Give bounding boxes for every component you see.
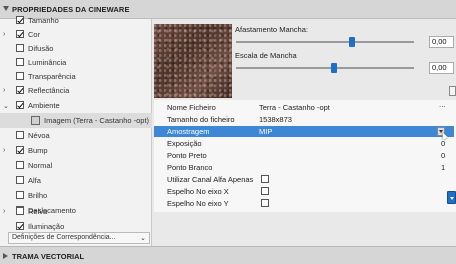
checkbox[interactable] — [261, 199, 269, 207]
channel-item-tamanho[interactable]: Tamanho — [0, 13, 152, 28]
channel-label: Bump — [28, 146, 48, 155]
property-row-mirror-x[interactable]: Espelho No eixo X — [154, 186, 454, 197]
channel-item-ambiente[interactable]: ⌄ Ambiente — [0, 98, 152, 113]
channel-label: Reflectância — [28, 86, 70, 95]
checkbox[interactable] — [16, 72, 24, 80]
property-key: Espelho No eixo X — [167, 187, 229, 196]
channel-item-transparencia[interactable]: Transparência — [0, 69, 152, 84]
property-key: Espelho No eixo Y — [167, 199, 229, 208]
value-field-spot-scale[interactable]: 0,00 — [429, 62, 454, 74]
section-title: TRAMA VECTORIAL — [12, 252, 85, 261]
slider-knob-spot-scale[interactable] — [330, 63, 337, 73]
options-icon[interactable] — [449, 86, 456, 96]
expand-chevron-icon[interactable]: › — [3, 31, 5, 38]
channel-item-relva[interactable]: › Relva — [0, 204, 152, 219]
channel-item-alfa[interactable]: Alfa — [0, 173, 152, 188]
checkbox[interactable] — [16, 161, 24, 169]
checkbox[interactable] — [16, 176, 24, 184]
property-key: Nome Ficheiro — [167, 103, 216, 112]
browse-dots-button[interactable]: ... — [439, 100, 446, 109]
checkbox[interactable] — [16, 58, 24, 66]
property-row-filename[interactable]: Nome Ficheiro Terra - Castanho -opt ... — [154, 100, 454, 113]
property-row-mirror-y[interactable]: Espelho No eixo Y — [154, 198, 454, 209]
checkbox[interactable] — [16, 222, 24, 230]
image-layer-icon — [31, 116, 40, 125]
property-key: Ponto Branco — [167, 163, 213, 172]
property-value: Terra - Castanho -opt — [259, 103, 330, 112]
channel-label: Transparência — [28, 72, 76, 81]
expand-triangle-icon[interactable] — [3, 253, 8, 259]
channel-item-bump[interactable]: › Bump — [0, 143, 152, 158]
channel-subitem-image[interactable]: Imagem (Terra - Castanho -opt) — [0, 113, 152, 128]
channel-item-normal[interactable]: Normal — [0, 158, 152, 173]
mapping-label: Definições de Correspondência... — [12, 234, 116, 241]
channel-label: Tamanho — [28, 16, 59, 25]
property-row-sampling[interactable]: Amostragem MIP — [154, 126, 454, 140]
channel-label: Normal — [28, 161, 53, 170]
channel-label: Iluminação — [28, 222, 65, 231]
channel-label: Relva — [28, 207, 48, 216]
property-key: Utilizar Canal Alfa Apenas — [167, 175, 254, 184]
channel-label: Difusão — [28, 44, 54, 53]
channel-label: Névoa — [28, 131, 50, 140]
chevron-down-icon: ⌄ — [140, 235, 146, 242]
chevron-down-icon[interactable] — [447, 191, 456, 204]
property-value: 1538x873 — [259, 115, 292, 124]
property-number[interactable]: 0 — [441, 139, 445, 148]
slider-knob-spot-distance[interactable] — [348, 37, 355, 47]
property-row-exposure[interactable]: Exposição 0 — [154, 138, 454, 149]
checkbox[interactable] — [16, 30, 24, 38]
property-table: Nome Ficheiro Terra - Castanho -opt ... … — [154, 100, 456, 212]
property-row-black-point[interactable]: Ponto Preto 0 — [154, 150, 454, 161]
mapping-definitions-dropdown[interactable]: Definições de Correspondência... ⌄ — [8, 232, 150, 244]
texture-thumbnail — [154, 24, 232, 98]
property-row-alpha-only[interactable]: Utilizar Canal Alfa Apenas — [154, 174, 454, 185]
property-row-filesize: Tamanho do ficheiro 1538x873 — [154, 114, 454, 125]
property-value: MIP — [259, 127, 273, 136]
channel-item-nevoa[interactable]: Névoa — [0, 128, 152, 143]
section-header-vector-hatch[interactable]: TRAMA VECTORIAL — [0, 246, 456, 264]
property-row-white-point[interactable]: Ponto Branco 1 — [154, 162, 454, 173]
slider-label-spot-scale: Escala de Mancha — [235, 51, 297, 60]
property-key: Ponto Preto — [167, 151, 207, 160]
checkbox[interactable] — [16, 16, 24, 24]
property-key: Amostragem — [167, 127, 210, 136]
checkbox[interactable] — [16, 86, 24, 94]
expand-chevron-icon[interactable]: › — [3, 147, 5, 154]
channel-item-cor[interactable]: › Cor — [0, 27, 152, 42]
checkbox[interactable] — [16, 101, 24, 109]
channel-label: Ambiente — [28, 101, 60, 110]
property-key: Tamanho do ficheiro — [167, 115, 235, 124]
checkbox[interactable] — [261, 175, 269, 183]
slider-track-spot-scale[interactable] — [236, 67, 414, 69]
expand-chevron-icon[interactable]: › — [3, 87, 5, 94]
channel-label: Brilho — [28, 191, 48, 200]
collapse-chevron-icon[interactable]: ⌄ — [3, 102, 9, 110]
checkbox[interactable] — [16, 191, 24, 199]
checkbox[interactable] — [16, 207, 24, 215]
channel-label: Alfa — [28, 176, 41, 185]
property-number[interactable]: 1 — [441, 163, 445, 172]
property-number[interactable]: 0 — [441, 151, 445, 160]
slider-track-spot-distance[interactable] — [236, 41, 414, 43]
channel-item-luminancia[interactable]: Luminância — [0, 55, 152, 70]
collapse-triangle-icon[interactable] — [3, 6, 9, 11]
channel-item-brilho[interactable]: Brilho — [0, 188, 152, 203]
slider-label-spot-distance: Afastamento Mancha: — [235, 25, 308, 34]
channel-item-reflectancia[interactable]: › Reflectância — [0, 83, 152, 98]
property-key: Exposição — [167, 139, 202, 148]
checkbox[interactable] — [16, 44, 24, 52]
channel-item-difusao[interactable]: Difusão — [0, 41, 152, 56]
channel-label: Luminância — [28, 58, 67, 67]
checkbox[interactable] — [16, 131, 24, 139]
channel-label: Imagem (Terra - Castanho -opt) — [44, 116, 150, 125]
expand-chevron-icon[interactable]: › — [3, 208, 5, 215]
checkbox[interactable] — [16, 146, 24, 154]
checkbox[interactable] — [261, 187, 269, 195]
value-field-spot-distance[interactable]: 0,00 — [429, 36, 454, 48]
channel-label: Cor — [28, 30, 41, 39]
